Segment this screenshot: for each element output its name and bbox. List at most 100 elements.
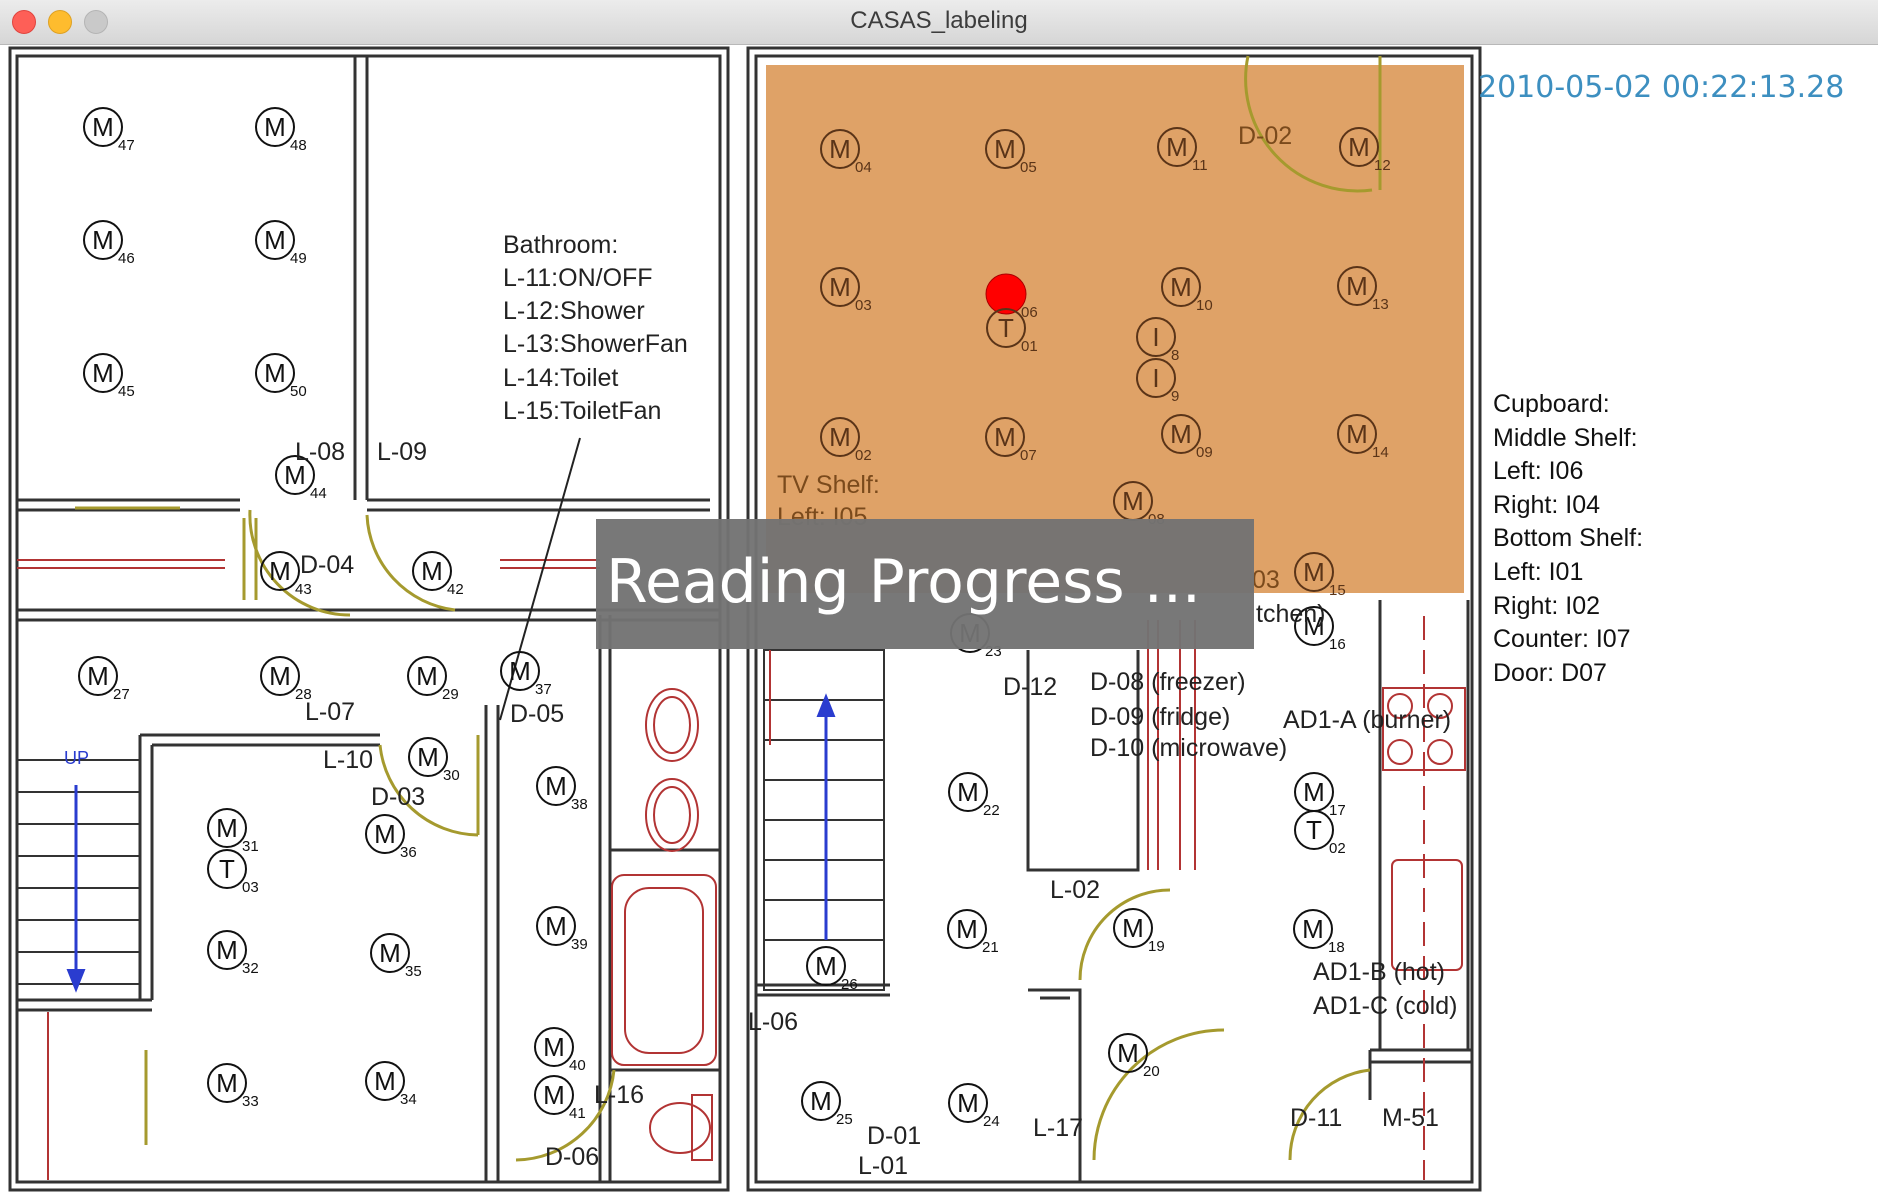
label-d10: D-10 (microwave) — [1090, 734, 1287, 762]
motion-sensor-icon: M18 — [1293, 909, 1345, 956]
motion-sensor-icon: M42 — [412, 551, 464, 598]
sensor-letter: M — [92, 112, 114, 142]
sensor-number: 16 — [1329, 636, 1346, 653]
sensor-letter: M — [92, 358, 114, 388]
sensor-letter: M — [379, 938, 401, 968]
label-l09: L-09 — [377, 438, 427, 466]
sensor-letter: M — [421, 556, 443, 586]
reading-progress-overlay: Reading Progress ... — [596, 519, 1254, 649]
sensor-number: 48 — [290, 137, 307, 154]
sensor-number: 46 — [118, 250, 135, 267]
motion-sensor-icon: M47 — [83, 107, 135, 154]
sensor-number: 35 — [405, 963, 422, 980]
bathroom-legend-line: L-12:Shower — [503, 297, 645, 325]
motion-sensor-icon: M49 — [255, 220, 307, 267]
label-d11: D-11 — [1290, 1104, 1342, 1132]
motion-sensor-icon: M38 — [536, 766, 588, 813]
sensor-letter: M — [269, 556, 291, 586]
sensor-number: 47 — [118, 137, 135, 154]
motion-sensor-icon: M22 — [948, 772, 1000, 819]
sensor-number: 12 — [1374, 157, 1391, 174]
sensor-letter: M — [417, 742, 439, 772]
stair-up-label: UP — [64, 748, 89, 768]
motion-sensor-icon: M28 — [260, 656, 312, 703]
current-timestamp: 2010-05-02 00:22:13.28 — [1478, 70, 1845, 105]
motion-sensor-icon: M30 — [408, 737, 460, 784]
legend-line: Bottom Shelf: — [1493, 524, 1644, 553]
motion-sensor-icon: M36 — [365, 814, 417, 861]
motion-sensor-icon: M27 — [78, 656, 130, 703]
motion-sensor-icon: M32 — [207, 930, 259, 977]
label-d09: D-09 (fridge) — [1090, 703, 1230, 731]
sensor-number: 10 — [1196, 297, 1213, 314]
sensor-number: 50 — [290, 383, 307, 400]
label-d01: D-01 — [867, 1122, 921, 1150]
sensor-number: 9 — [1171, 388, 1179, 405]
sensor-number: 19 — [1148, 938, 1165, 955]
label-ad1a: AD1-A (burner) — [1283, 706, 1451, 734]
label-l06: L-06 — [748, 1008, 798, 1036]
sensor-letter: M — [957, 777, 979, 807]
sensor-number: 11 — [1192, 157, 1208, 174]
sensor-number: 03 — [855, 297, 872, 314]
sensor-letter: M — [829, 134, 851, 164]
bathroom-legend: Bathroom: L-11:ON/OFF L-12:Shower L-13:S… — [503, 231, 688, 425]
motion-sensor-icon: M20 — [1108, 1033, 1160, 1080]
bathroom-legend-line: Bathroom: — [503, 231, 618, 259]
sensor-number: 02 — [855, 447, 872, 464]
sensor-number: 44 — [310, 485, 327, 502]
label-ad1b: AD1-B (hot) — [1313, 958, 1445, 986]
sensor-number: 27 — [113, 686, 130, 703]
legend-line: Left: I01 — [1493, 557, 1584, 586]
sensor-number: 43 — [295, 581, 312, 598]
legend-line: Right: I04 — [1493, 490, 1601, 519]
label-l08: L-08 — [295, 438, 345, 466]
sensor-number: 17 — [1329, 802, 1346, 819]
sensor-letter: T — [219, 854, 235, 884]
sensor-letter: M — [264, 112, 286, 142]
sensor-number: 21 — [982, 939, 999, 956]
sensor-letter: M — [1346, 419, 1368, 449]
sensor-letter: M — [545, 911, 567, 941]
sensor-letter: M — [1303, 557, 1325, 587]
legend-line: Left: I06 — [1493, 457, 1584, 486]
sensor-letter: M — [416, 661, 438, 691]
label-l10: L-10 — [323, 746, 373, 774]
sensor-number: 09 — [1196, 444, 1213, 461]
legend-line: Cupboard: — [1493, 390, 1610, 418]
label-l17: L-17 — [1033, 1114, 1083, 1142]
legend-line: Right: I02 — [1493, 591, 1601, 620]
sensor-number: 18 — [1328, 939, 1345, 956]
sensor-number: 36 — [400, 844, 417, 861]
sensor-number: 04 — [855, 159, 872, 176]
sensor-letter: M — [545, 771, 567, 801]
sensor-number: 41 — [569, 1105, 586, 1122]
sensor-number: 26 — [841, 976, 858, 993]
sensor-number: 38 — [571, 796, 588, 813]
motion-sensor-icon: M41 — [534, 1075, 586, 1122]
label-d03: D-03 — [371, 783, 425, 811]
sensor-letter: M — [829, 272, 851, 302]
sensor-number: 02 — [1329, 840, 1346, 857]
temperature-sensor-icon: T 03 — [207, 849, 259, 896]
sensor-letter: M — [374, 1066, 396, 1096]
cupboard-legend: Cupboard: Middle Shelf: Left: I06 Right:… — [1493, 388, 1643, 690]
sensor-letter: M — [264, 225, 286, 255]
sensor-letter: M — [1170, 419, 1192, 449]
sensor-number: 45 — [118, 383, 135, 400]
sensor-letter: T — [998, 313, 1014, 343]
sensor-letter: M — [1117, 1038, 1139, 1068]
legend-line: Middle Shelf: — [1493, 423, 1638, 452]
bathroom-legend-line: L-13:ShowerFan — [503, 330, 688, 358]
motion-sensor-icon: M21 — [947, 909, 999, 956]
sensor-letter: M — [1303, 777, 1325, 807]
bathroom-legend-line: L-11:ON/OFF — [503, 264, 653, 292]
left-stairs — [17, 759, 140, 993]
sensor-letter: M — [1122, 913, 1144, 943]
label-l07: L-07 — [305, 698, 355, 726]
sensor-letter: I — [1152, 322, 1159, 352]
sensor-letter: M — [374, 819, 396, 849]
label-l16: L-16 — [594, 1081, 644, 1109]
label-l02: L-02 — [1050, 876, 1100, 904]
sensor-letter: M — [829, 422, 851, 452]
